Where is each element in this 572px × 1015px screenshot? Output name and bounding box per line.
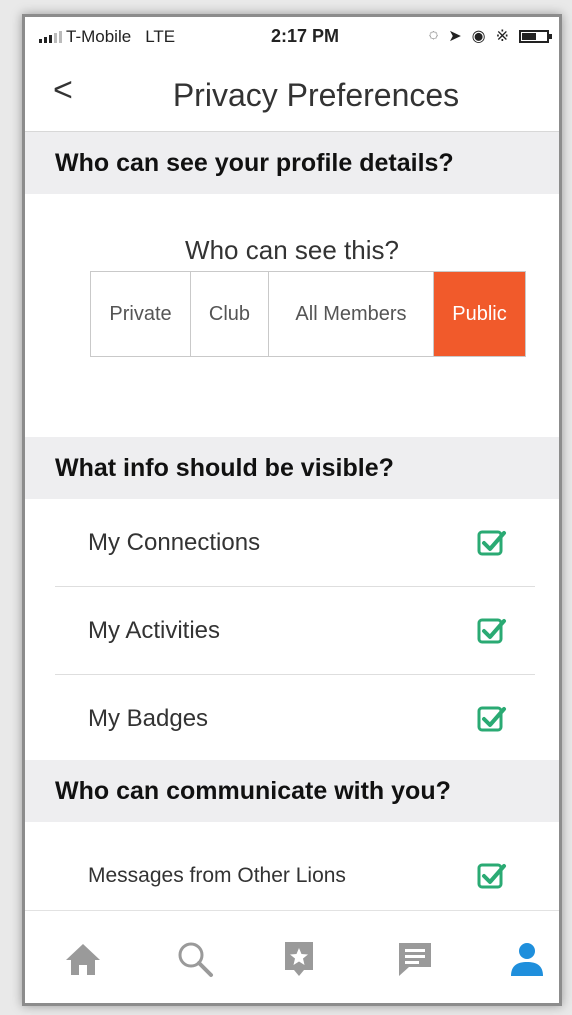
- page-title: Privacy Preferences: [172, 77, 460, 113]
- signal-icon: [39, 31, 62, 43]
- status-bar: T-Mobile LTE 2:17 PM ◌ ➤ ◉ ※: [25, 17, 559, 59]
- comm-row-label: Messages from Other Lions: [88, 863, 346, 887]
- checkbox-checked-icon[interactable]: [477, 704, 507, 734]
- carrier-name: T-Mobile: [66, 27, 132, 46]
- info-section-header: What info should be visible?: [25, 437, 559, 499]
- info-row-label: My Badges: [88, 705, 209, 732]
- visibility-option-public[interactable]: Public: [434, 272, 525, 356]
- visibility-segmented-control: Private Club All Members Public: [90, 271, 526, 357]
- search-icon[interactable]: [175, 939, 215, 979]
- location-icon: ➤: [448, 28, 462, 45]
- checkbox-checked-icon[interactable]: [477, 616, 507, 646]
- info-row-label: My Activities: [88, 616, 221, 644]
- network-type: LTE: [145, 27, 176, 46]
- info-row-activities[interactable]: My Activities: [55, 587, 535, 675]
- visibility-option-all-members[interactable]: All Members: [269, 272, 434, 356]
- status-time: 2:17 PM: [271, 26, 340, 46]
- battery-icon: [519, 29, 552, 43]
- profile-section-header: Who can see your profile details?: [25, 132, 559, 194]
- checkbox-checked-icon[interactable]: [477, 528, 507, 558]
- checkbox-checked-icon[interactable]: [477, 861, 507, 891]
- comm-row-messages[interactable]: Messages from Other Lions: [55, 832, 535, 920]
- communication-section-header: Who can communicate with you?: [25, 760, 559, 822]
- bottom-tab-bar: [25, 910, 559, 1003]
- alarm-icon: ◉: [471, 28, 486, 45]
- bluetooth-icon: ※: [495, 28, 509, 45]
- lock-rotation-icon: ◌: [428, 27, 439, 44]
- info-row-label: My Connections: [88, 528, 261, 556]
- star-badge-icon[interactable]: [279, 939, 319, 979]
- message-icon[interactable]: [395, 939, 435, 979]
- visibility-option-private[interactable]: Private: [91, 272, 191, 356]
- home-icon[interactable]: [63, 939, 103, 979]
- profile-icon[interactable]: [507, 939, 547, 979]
- info-row-connections[interactable]: My Connections: [55, 499, 535, 587]
- navigation-bar: < Privacy Preferences: [25, 59, 559, 132]
- who-can-see-label: Who can see this?: [185, 235, 399, 265]
- visibility-option-club[interactable]: Club: [191, 272, 269, 356]
- phone-screen: T-Mobile LTE 2:17 PM ◌ ➤ ◉ ※ < Privacy P…: [22, 14, 562, 1006]
- info-row-badges[interactable]: My Badges: [55, 675, 535, 763]
